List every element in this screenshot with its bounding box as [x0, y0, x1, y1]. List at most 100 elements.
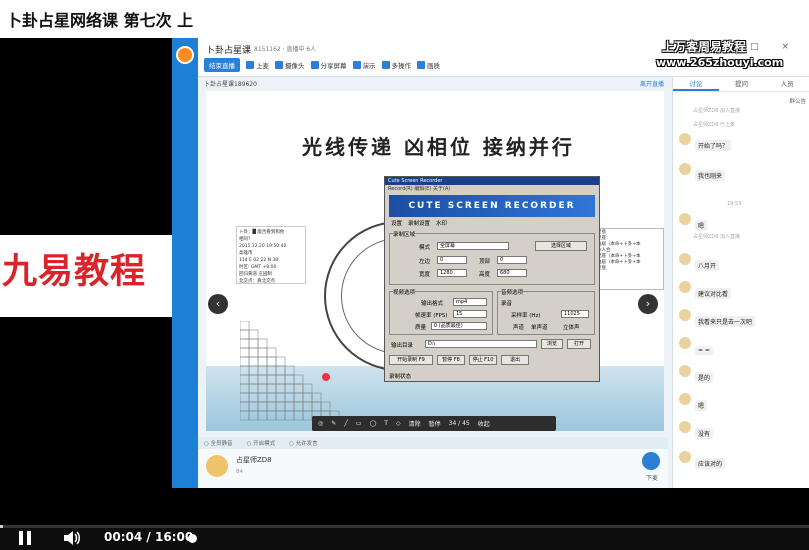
chat-message: 嗯: [679, 393, 708, 412]
class-option-1[interactable]: ○ 开启模式: [247, 439, 276, 447]
select-region-button[interactable]: 选择区域: [535, 241, 587, 251]
toolbar-button-1[interactable]: 上麦: [246, 60, 269, 70]
time-separator: /: [146, 530, 151, 544]
chat-message-body: 我看来只是去一次吧: [695, 309, 756, 328]
chat-message-body: 我也刚来: [695, 163, 726, 182]
avatar: [679, 337, 691, 349]
chat-time: 19:53: [727, 201, 742, 207]
mono-radio[interactable]: 单声道: [531, 323, 548, 331]
aspect-grid: [240, 321, 340, 421]
stereo-radio[interactable]: 立体声: [563, 323, 580, 331]
video-area[interactable]: 九易教程 卜卦占星课 8151162 · 直播中 6人 结束直播 上麦 摄像头 分享屏…: [0, 38, 809, 550]
open-button[interactable]: 打开: [567, 339, 591, 349]
recorder-button-1[interactable]: 暂停 F8: [437, 355, 465, 365]
chat-message: 嗯: [679, 213, 708, 232]
class-option-0[interactable]: ○ 全员静音: [204, 439, 233, 447]
samplerate-label: 采样率 (Hz): [511, 313, 541, 319]
toolbar-button-3[interactable]: 分享屏幕: [310, 60, 347, 70]
chat-message-text: 是的: [695, 372, 714, 383]
player-controls: 00:04 / 16:00: [0, 525, 809, 550]
recorded-screen: 卜卦占星课 8151162 · 直播中 6人 结束直播 上麦 摄像头 分享屏幕 演示 多操…: [172, 38, 809, 488]
legend-line: 星盘: [597, 266, 606, 271]
app-toolbar: 结束直播 上麦 摄像头 分享屏幕 演示 多操作 画质: [204, 58, 440, 72]
chat-message-text: 开始了吗？: [695, 140, 732, 151]
chat-tab-2[interactable]: 人员: [764, 77, 809, 91]
rect-icon[interactable]: ▭: [356, 420, 362, 427]
output-field[interactable]: D:\: [425, 340, 537, 348]
app-subtitle: 8151162 · 直播中 6人: [254, 46, 317, 53]
next-slide-icon[interactable]: ›: [638, 294, 658, 314]
toolbar-button-label: 分享屏幕: [320, 62, 347, 70]
system-message: 占星师ZD8 已上麦: [693, 122, 736, 128]
samplerate-select[interactable]: 11025: [561, 310, 589, 318]
quality-icon: [417, 61, 425, 69]
group-notice-link[interactable]: 群公告: [789, 97, 806, 105]
avatar: [679, 393, 691, 405]
width-field[interactable]: 1280: [437, 269, 467, 277]
chat-panel: 讨论 提问 人员 群公告 占星师ZD8 加入直播 占星师ZD8 已上麦 占星师ZD8 加…: [672, 77, 809, 488]
recorder-tab-0[interactable]: 设置: [391, 219, 402, 227]
raise-hand-button[interactable]: [642, 452, 660, 470]
output-label: 输出目录: [391, 343, 414, 349]
chart-legend-box: 星盘 星座： 陆居（本命+卜卦+本 本人合 星座（本命+卜卦+本 陆居（本命+卜卦+本 星盘: [596, 228, 664, 290]
info-line: 时区: GMT +8:00: [239, 265, 277, 270]
chat-message-text: 没有: [695, 428, 714, 439]
seek-knob[interactable]: [188, 534, 197, 543]
avatar: [679, 451, 691, 463]
chat-message-body: = =: [695, 337, 713, 356]
draw-action-pause[interactable]: 暂停: [429, 419, 441, 428]
avatar: [679, 309, 691, 321]
format-select[interactable]: mp4: [453, 298, 487, 306]
teacher-panel: 占星师ZD8 84: [198, 449, 668, 488]
text-icon[interactable]: T: [384, 420, 388, 427]
recorder-tab-1[interactable]: 录制设置: [408, 219, 430, 227]
eraser-icon[interactable]: ◇: [396, 420, 401, 427]
teacher-avatar: [206, 455, 228, 477]
progress-bar[interactable]: [0, 525, 809, 528]
progress-fill: [0, 525, 4, 528]
toolbar-button-4[interactable]: 演示: [352, 60, 376, 70]
chat-message-text: 建议对比看: [695, 288, 732, 299]
system-message: 占星师ZD8 加入直播: [693, 234, 741, 240]
toolbar-button-0[interactable]: 结束直播: [204, 58, 240, 72]
line-icon[interactable]: ╱: [344, 420, 348, 427]
recorder-menu[interactable]: Record(R) 编辑(E) 关于(A): [385, 185, 599, 193]
recorder-button-2[interactable]: 停止 F10: [469, 355, 497, 365]
camera-icon: [275, 61, 283, 69]
video-label: 视频选项: [393, 288, 416, 296]
height-field[interactable]: 680: [497, 269, 527, 277]
class-option-2[interactable]: ○ 允许发言: [289, 439, 318, 447]
prev-slide-icon[interactable]: ‹: [208, 294, 228, 314]
recorder-button-3[interactable]: 退出: [501, 355, 529, 365]
recorder-button-0[interactable]: 开始录制 F9: [389, 355, 433, 365]
volume-icon[interactable]: [62, 530, 82, 546]
mode-select[interactable]: 全屏幕: [437, 242, 509, 250]
pause-icon[interactable]: [16, 531, 34, 545]
draw-action-clear[interactable]: 清除: [409, 419, 421, 428]
quality-select[interactable]: 0 (品质最佳): [431, 322, 487, 330]
time-display: 00:04 / 16:00: [104, 530, 193, 544]
chat-message-body: 是的: [695, 365, 714, 384]
audio-checkbox[interactable]: 录音: [501, 299, 512, 307]
chat-message: 我看来只是去一次吧: [679, 309, 756, 328]
toolbar-button-5[interactable]: 多操作: [381, 60, 411, 70]
top-field[interactable]: 0: [497, 256, 527, 264]
toolbar-button-2[interactable]: 摄像头: [275, 60, 305, 70]
screen-recorder-window: Cute Screen Recorder Record(R) 编辑(E) 关于(…: [384, 176, 600, 382]
region-label: 录制区域: [393, 230, 416, 238]
info-line: 114 E 02 22 N 38: [239, 258, 279, 263]
draw-action-close[interactable]: 收起: [478, 419, 490, 428]
recorder-tab-2[interactable]: 水印: [436, 219, 447, 227]
leave-live-link[interactable]: 离开直播: [640, 79, 664, 88]
fps-select[interactable]: 15: [453, 310, 487, 318]
left-field[interactable]: 0: [437, 256, 467, 264]
recorder-banner: CUTE SCREEN RECORDER: [389, 195, 595, 217]
toolbar-button-6[interactable]: 画质: [417, 60, 440, 70]
chat-tab-1[interactable]: 提问: [719, 77, 765, 91]
course-name: 卜卦占星课189620: [204, 81, 257, 88]
chat-tab-0[interactable]: 讨论: [673, 77, 719, 91]
pointer-icon[interactable]: ◎: [318, 420, 323, 427]
ellipse-icon[interactable]: ◯: [370, 420, 377, 427]
browse-button[interactable]: 浏览: [541, 339, 563, 349]
pen-icon[interactable]: ✎: [331, 420, 336, 427]
